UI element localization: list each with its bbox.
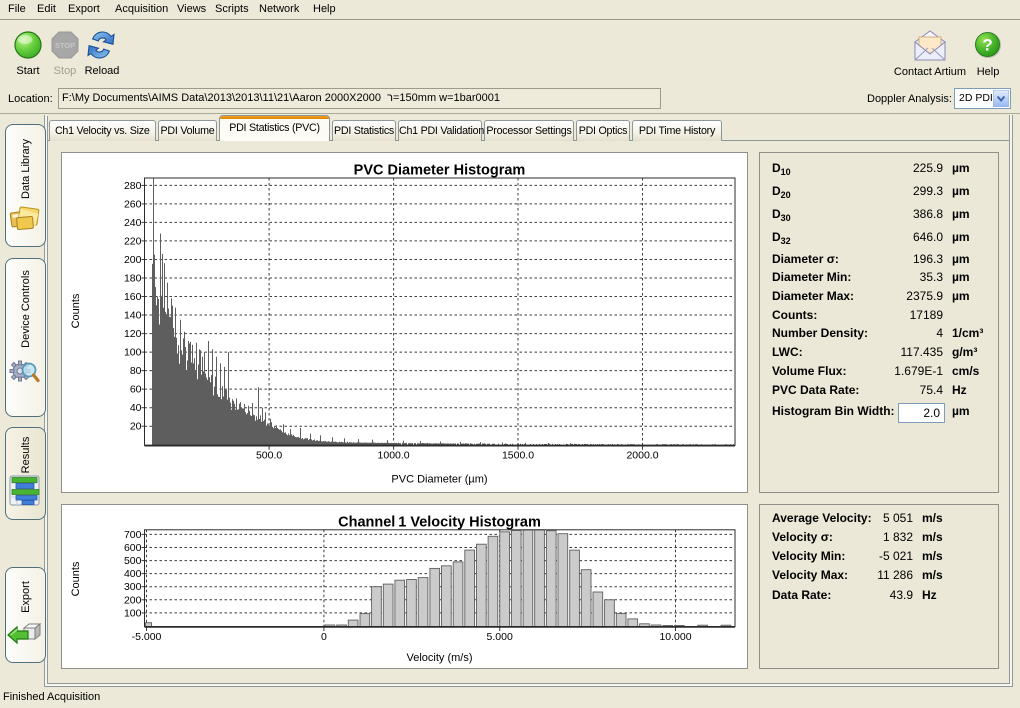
svg-text:Velocity (m/s): Velocity (m/s) — [406, 652, 472, 664]
svg-text:300: 300 — [124, 581, 142, 593]
svg-text:200: 200 — [124, 254, 142, 266]
svg-text:1000.0: 1000.0 — [378, 450, 410, 462]
svg-text:140: 140 — [124, 310, 142, 322]
svg-text:500.0: 500.0 — [256, 450, 282, 462]
svg-text:240: 240 — [124, 217, 142, 229]
svg-text:100: 100 — [124, 607, 142, 619]
svg-text:5.000: 5.000 — [487, 631, 513, 643]
svg-text:160: 160 — [124, 291, 142, 303]
svg-text:80: 80 — [130, 365, 142, 377]
svg-text:PVC Diameter (µm): PVC Diameter (µm) — [391, 474, 487, 486]
svg-text:600: 600 — [124, 542, 142, 554]
svg-text:Export: Export — [20, 581, 32, 613]
svg-text:Results: Results — [20, 436, 32, 473]
svg-text:PVC Diameter Histogram: PVC Diameter Histogram — [354, 163, 526, 179]
svg-text:10.000: 10.000 — [659, 631, 691, 643]
svg-text:1500.0: 1500.0 — [502, 450, 534, 462]
svg-text:Counts: Counts — [70, 561, 82, 596]
svg-text:Counts: Counts — [70, 293, 82, 328]
svg-text:220: 220 — [124, 235, 142, 247]
svg-text:?: ? — [982, 36, 992, 55]
svg-text:2000.0: 2000.0 — [626, 450, 658, 462]
svg-text:Device Controls: Device Controls — [20, 270, 32, 348]
svg-text:200: 200 — [124, 594, 142, 606]
svg-text:40: 40 — [130, 402, 142, 414]
svg-text:180: 180 — [124, 273, 142, 285]
svg-text:500: 500 — [124, 555, 142, 567]
svg-text:20: 20 — [130, 421, 142, 433]
svg-text:400: 400 — [124, 568, 142, 580]
svg-text:120: 120 — [124, 328, 142, 340]
svg-text:260: 260 — [124, 198, 142, 210]
svg-text:-5.000: -5.000 — [132, 631, 162, 643]
svg-text:0: 0 — [321, 631, 327, 643]
svg-text:700: 700 — [124, 529, 142, 541]
svg-text:60: 60 — [130, 384, 142, 396]
svg-text:100: 100 — [124, 347, 142, 359]
svg-text:Channel 1 Velocity Histogram: Channel 1 Velocity Histogram — [338, 515, 541, 531]
svg-text:Data Library: Data Library — [20, 139, 32, 199]
svg-text:STOP: STOP — [55, 41, 75, 50]
svg-text:280: 280 — [124, 180, 142, 192]
